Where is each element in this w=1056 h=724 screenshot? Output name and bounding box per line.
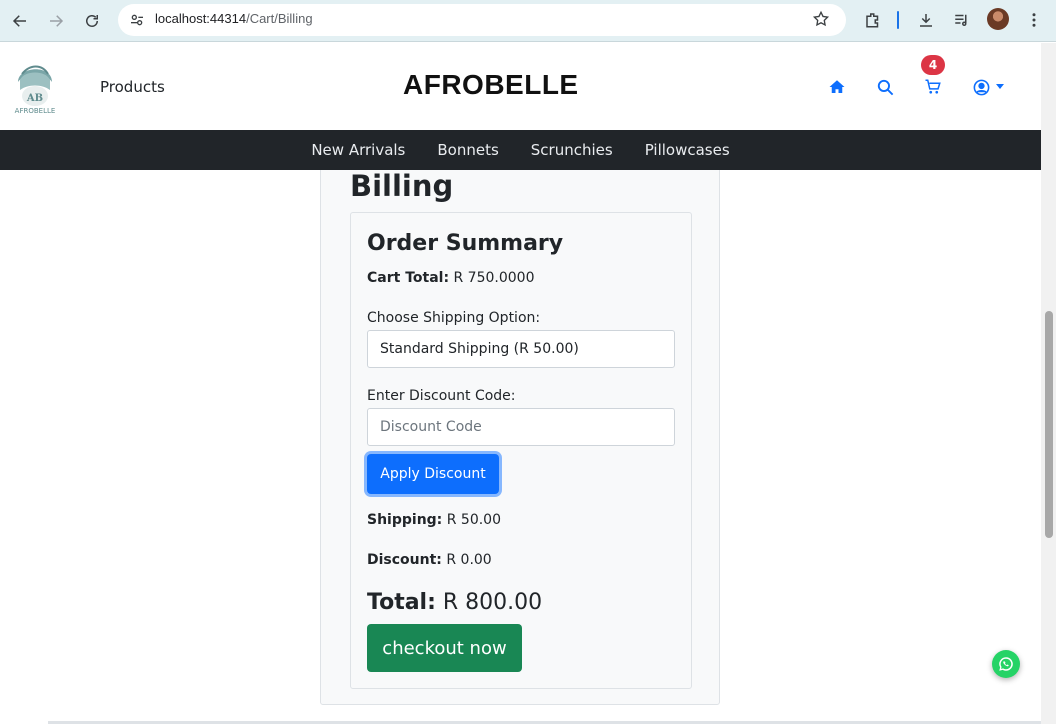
order-summary-card: Order Summary Cart Total: R 750.0000 Cho… bbox=[350, 212, 692, 689]
billing-card: Billing Order Summary Cart Total: R 750.… bbox=[320, 170, 720, 705]
discount-label: Discount: bbox=[367, 552, 442, 568]
profile-avatar[interactable] bbox=[987, 8, 1009, 30]
site-info-icon[interactable] bbox=[126, 9, 148, 31]
shipping-option-label: Choose Shipping Option: bbox=[367, 310, 541, 326]
browser-toolbar: localhost:44314/Cart/Billing bbox=[0, 0, 1056, 42]
brand-title: AFROBELLE bbox=[403, 69, 579, 100]
cart-total-label: Cart Total: bbox=[367, 270, 450, 286]
svg-text:AB: AB bbox=[26, 93, 43, 104]
discount-value: R 0.00 bbox=[441, 552, 492, 568]
cart-total-value: R 750.0000 bbox=[449, 270, 535, 286]
bookmark-star-icon[interactable] bbox=[812, 10, 832, 30]
total-row: Total: R 800.00 bbox=[367, 590, 542, 615]
download-icon[interactable] bbox=[915, 9, 937, 31]
url-text[interactable]: localhost:44314/Cart/Billing bbox=[155, 11, 313, 26]
order-summary-title: Order Summary bbox=[367, 231, 564, 256]
cart-count-badge: 4 bbox=[921, 55, 945, 75]
extensions-icon[interactable] bbox=[862, 9, 884, 31]
discount-code-label: Enter Discount Code: bbox=[367, 388, 516, 404]
forward-icon[interactable] bbox=[42, 7, 70, 35]
apply-discount-button[interactable]: Apply Discount bbox=[367, 454, 499, 494]
checkout-button[interactable]: checkout now bbox=[367, 624, 522, 672]
page-title: Billing bbox=[350, 170, 454, 203]
account-dropdown-caret-icon[interactable] bbox=[996, 84, 1004, 89]
nav-scrunchies[interactable]: Scrunchies bbox=[531, 141, 613, 159]
whatsapp-chat-icon[interactable] bbox=[992, 650, 1020, 678]
user-account-icon[interactable] bbox=[970, 76, 992, 98]
main-content: Billing Order Summary Cart Total: R 750.… bbox=[0, 170, 1041, 724]
nav-new-arrivals[interactable]: New Arrivals bbox=[311, 141, 405, 159]
afrobelle-logo[interactable]: AB AFROBELLE bbox=[12, 56, 58, 116]
nav-pillowcases[interactable]: Pillowcases bbox=[645, 141, 730, 159]
scrollbar-thumb[interactable] bbox=[1045, 311, 1053, 538]
media-controls-icon[interactable] bbox=[951, 9, 973, 31]
discount-code-input[interactable] bbox=[367, 408, 675, 446]
discount-row: Discount: R 0.00 bbox=[367, 552, 492, 568]
nav-bonnets[interactable]: Bonnets bbox=[437, 141, 498, 159]
reload-icon[interactable] bbox=[78, 7, 106, 35]
site-header: AB AFROBELLE Products AFROBELLE 4 bbox=[0, 43, 1041, 130]
address-bar[interactable]: localhost:44314/Cart/Billing bbox=[118, 4, 846, 36]
shipping-label: Shipping: bbox=[367, 512, 443, 528]
search-icon[interactable] bbox=[874, 76, 896, 98]
cart-total-row: Cart Total: R 750.0000 bbox=[367, 270, 534, 286]
back-icon[interactable] bbox=[6, 7, 34, 35]
category-navbar: New Arrivals Bonnets Scrunchies Pillowca… bbox=[0, 130, 1041, 170]
cart-icon[interactable] bbox=[922, 76, 944, 98]
shipping-option-select[interactable]: Standard Shipping (R 50.00) bbox=[367, 330, 675, 368]
shipping-value: R 50.00 bbox=[442, 512, 501, 528]
shipping-row: Shipping: R 50.00 bbox=[367, 512, 501, 528]
page-scrollbar[interactable] bbox=[1041, 43, 1056, 724]
toolbar-separator bbox=[897, 11, 899, 29]
total-value: R 800.00 bbox=[435, 590, 543, 615]
menu-dots-icon[interactable] bbox=[1023, 9, 1045, 31]
svg-text:AFROBELLE: AFROBELLE bbox=[15, 107, 56, 115]
total-label: Total: bbox=[367, 590, 436, 615]
products-link[interactable]: Products bbox=[100, 78, 165, 96]
home-icon[interactable] bbox=[826, 76, 848, 98]
